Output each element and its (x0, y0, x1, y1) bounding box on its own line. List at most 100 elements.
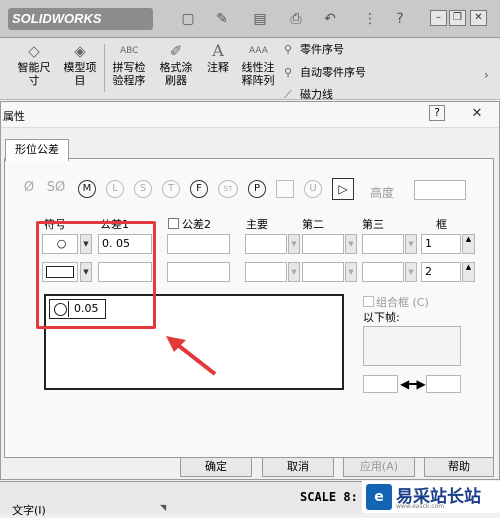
header-primary: 主要 (246, 218, 268, 231)
solidworks-logo: SOLIDWORKS (8, 8, 153, 30)
model-items-button[interactable]: ◈ 模型项 目 (60, 42, 100, 87)
highlight-arrow-icon (166, 336, 217, 376)
note-label: 注释 (207, 61, 229, 74)
frame-input-row2[interactable]: 2 (421, 262, 461, 282)
watermark-logo-icon: e (366, 484, 392, 510)
tab-geometric-tolerance[interactable]: 形位公差 (5, 139, 69, 161)
primary-input-row2[interactable] (245, 262, 287, 282)
composite-frame-checkbox[interactable] (363, 296, 374, 307)
tertiary-input-row1[interactable] (362, 234, 404, 254)
spell-checker-button[interactable]: ABC 拼写检 验程序 (108, 42, 150, 87)
composite-frame-label: 组合框 (C) (376, 296, 429, 309)
secondary-dropdown-row1[interactable]: ▼ (345, 234, 357, 254)
smart-dimension-icon: ◇ (28, 42, 40, 60)
balloon-button[interactable]: ⚲ 零件序号 (284, 43, 344, 57)
apply-button[interactable]: 应用(A) (343, 457, 415, 477)
diameter-icon[interactable]: Ø (20, 180, 38, 198)
height-label: 高度 (370, 186, 395, 200)
smart-dimension-button[interactable]: ◇ 智能尺 寸 (14, 42, 54, 87)
offset-input-right[interactable] (426, 375, 461, 393)
note-icon: A (212, 41, 224, 60)
help-button[interactable]: 帮助 (424, 457, 494, 477)
frame-input-row1[interactable]: 1 (421, 234, 461, 254)
dialog-close-icon[interactable]: ✕ (467, 105, 487, 123)
auto-balloon-icon: ⚲ (284, 66, 293, 79)
cancel-button[interactable]: 取消 (262, 457, 334, 477)
header-tolerance2: 公差2 (182, 218, 211, 231)
primary-dropdown-row1[interactable]: ▼ (288, 234, 300, 254)
open-icon[interactable]: ✎ (214, 11, 230, 27)
datum-arrow-icon[interactable]: ▷ (332, 178, 354, 200)
tertiary-input-row2[interactable] (362, 262, 404, 282)
spell-check-icon: ABC (120, 46, 139, 56)
format-painter-icon: ✐ (169, 42, 183, 60)
frame-spinner-row1[interactable]: ▲ (462, 234, 475, 254)
magnetic-line-label: 磁力线 (300, 88, 333, 101)
height-input[interactable] (414, 180, 466, 200)
scale-label: SCALE 8: (300, 490, 358, 504)
below-frame-list[interactable] (363, 326, 461, 366)
header-frame: 框 (436, 218, 447, 231)
save-icon[interactable]: ▤ (252, 11, 268, 27)
tolerance2-checkbox[interactable] (168, 218, 179, 229)
header-tertiary: 第三 (362, 218, 384, 231)
tertiary-dropdown-row2[interactable]: ▼ (405, 262, 417, 282)
ok-button[interactable]: 确定 (180, 457, 252, 477)
linear-pattern-button[interactable]: AAA 线性注 释阵列 (238, 42, 278, 87)
linear-pattern-icon: AAA (249, 46, 268, 56)
tangent-plane-icon[interactable]: T (162, 180, 180, 198)
linear-pattern-label: 线性注 释阵列 (241, 61, 275, 87)
smart-dimension-label: 智能尺 寸 (17, 61, 51, 87)
traffic-light-icon[interactable]: ⋮ (362, 11, 378, 27)
below-frame-label: 以下帧: (363, 311, 400, 324)
magnetic-line-button[interactable]: ⟋ 磁力线 (284, 88, 333, 102)
close-app-button[interactable]: ✕ (470, 10, 487, 26)
dialog-help-icon[interactable]: ? (429, 105, 445, 121)
model-items-label: 模型项 目 (63, 61, 97, 87)
ribbon-separator (104, 44, 105, 92)
frame-spinner-row2[interactable]: ▲ (462, 262, 475, 282)
unequal-bilateral-icon[interactable]: U (304, 180, 322, 198)
print-icon[interactable]: ⎙ (288, 11, 304, 27)
projected-zone-icon[interactable]: P (248, 180, 266, 198)
new-document-icon[interactable]: ▢ (180, 11, 196, 27)
help-icon[interactable]: ? (392, 11, 408, 27)
mmc-icon[interactable]: M (78, 180, 96, 198)
model-items-icon: ◈ (74, 42, 86, 60)
ribbon-expand-icon[interactable]: › (484, 68, 489, 82)
free-state-icon[interactable]: F (190, 180, 208, 198)
highlight-rectangle (36, 221, 156, 329)
balloon-icon: ⚲ (284, 43, 293, 56)
dialog-title: 属性 (3, 110, 25, 123)
dialog-titlebar: 属性 (1, 102, 499, 128)
spell-checker-label: 拼写检 验程序 (112, 61, 146, 87)
auto-balloon-button[interactable]: ⚲ 自动零件序号 (284, 66, 366, 80)
secondary-dropdown-row2[interactable]: ▼ (345, 262, 357, 282)
rfs-icon[interactable]: S (134, 180, 152, 198)
primary-input-row1[interactable] (245, 234, 287, 254)
spherical-diameter-icon[interactable]: SØ (44, 180, 68, 198)
collapse-icon[interactable]: ◥ (160, 503, 166, 512)
offset-input-left[interactable] (363, 375, 398, 393)
format-painter-button[interactable]: ✐ 格式涂 刷器 (156, 42, 196, 87)
header-secondary: 第二 (302, 218, 324, 231)
double-arrow-icon: ◀━▶ (400, 377, 426, 391)
undo-icon[interactable]: ↶ (322, 11, 338, 27)
auto-balloon-label: 自动零件序号 (300, 66, 366, 79)
text-property-label: 文字(I) (12, 504, 46, 517)
primary-dropdown-row2[interactable]: ▼ (288, 262, 300, 282)
magnetic-line-icon: ⟋ (284, 88, 292, 101)
restore-button[interactable]: ❐ (449, 10, 466, 26)
secondary-input-row2[interactable] (302, 262, 344, 282)
minimize-button[interactable]: – (430, 10, 447, 26)
lmc-icon[interactable]: L (106, 180, 124, 198)
secondary-input-row1[interactable] (302, 234, 344, 254)
note-button[interactable]: A 注释 (202, 41, 234, 75)
tolerance2-input-row2[interactable] (167, 262, 230, 282)
watermark-url: www.easck.com (396, 503, 445, 510)
statistical-icon[interactable]: ST (218, 180, 238, 198)
format-painter-label: 格式涂 刷器 (159, 61, 193, 87)
square-icon[interactable] (276, 180, 294, 198)
tolerance2-input-row1[interactable] (167, 234, 230, 254)
tertiary-dropdown-row1[interactable]: ▼ (405, 234, 417, 254)
